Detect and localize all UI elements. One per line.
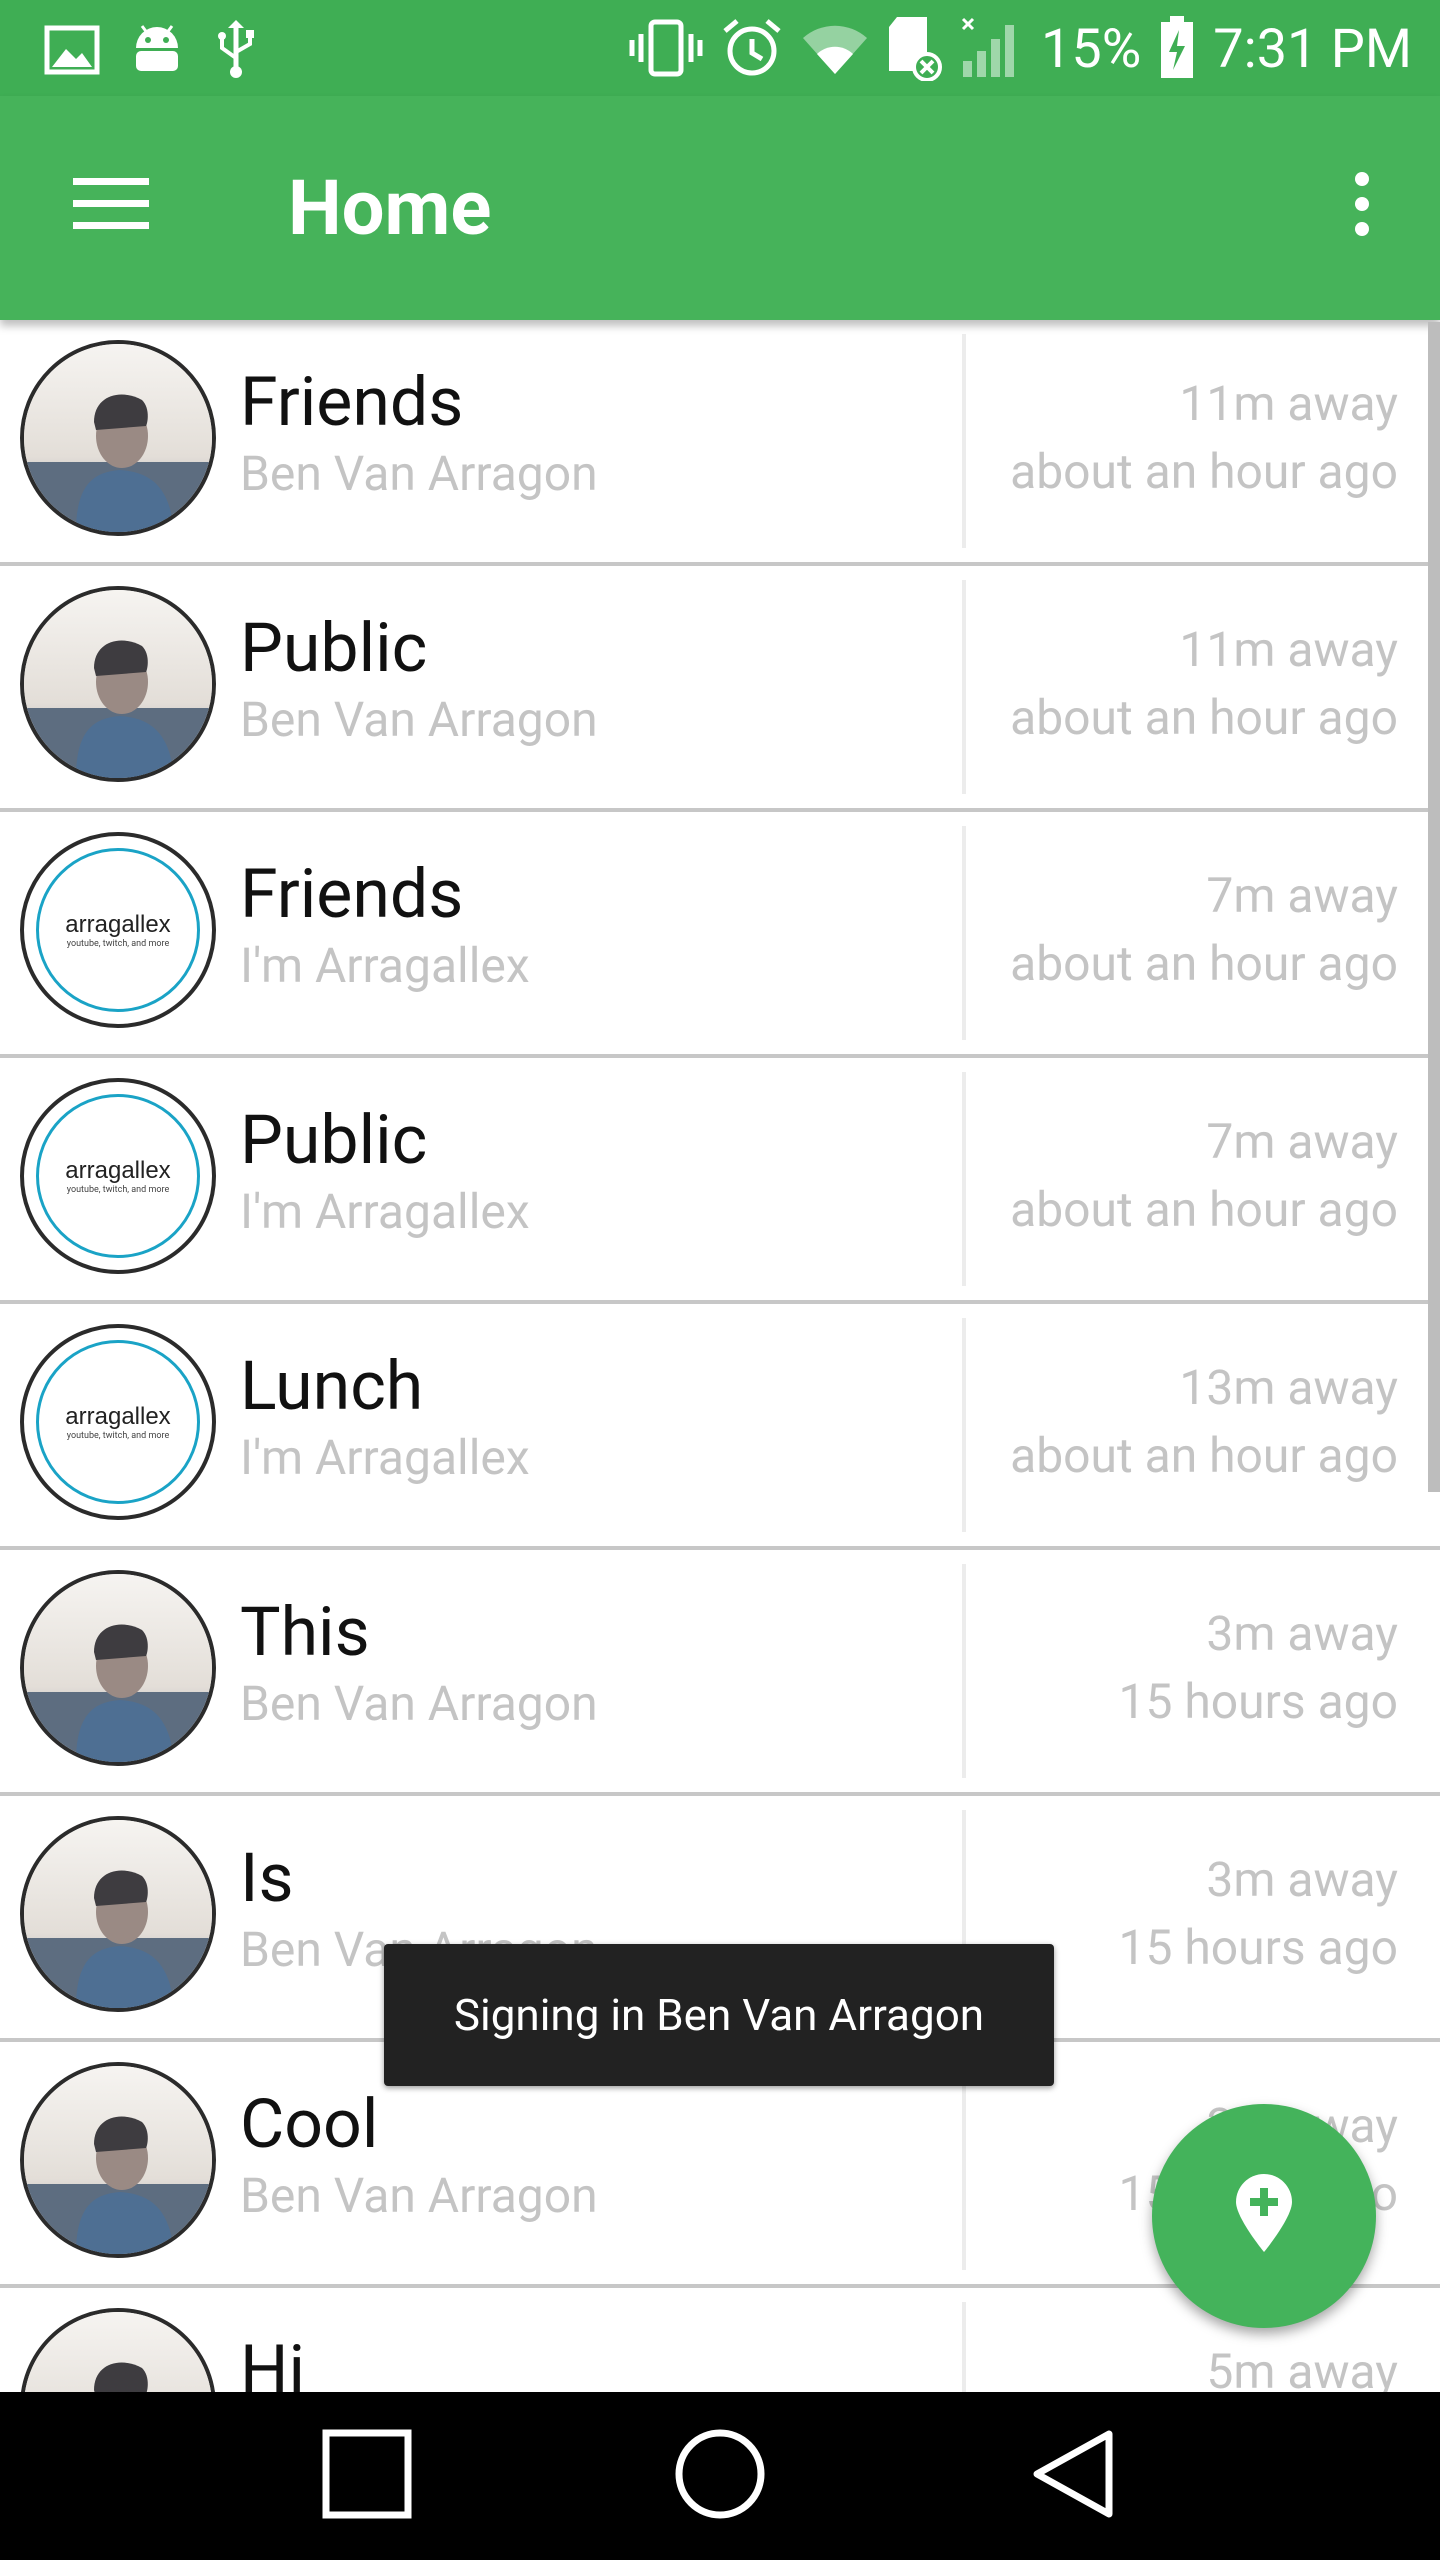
overflow-menu-button[interactable] [1322,156,1402,256]
row-divider [962,2056,966,2270]
logo-ring: arragallex youtube, twitch, and more [36,1340,200,1504]
avatar-logo: arragallex youtube, twitch, and more [20,1324,216,1520]
avatar-photo [20,1816,216,2012]
logo-subtext: youtube, twitch, and more [66,939,170,949]
wifi-icon [801,20,869,80]
row-divider [962,1072,966,1286]
item-timestamp: about an hour ago [1010,689,1398,746]
hamburger-menu-icon [73,176,149,236]
recents-button[interactable] [297,2406,437,2546]
android-icon [128,22,186,82]
list-item[interactable]: Public Ben Van Arragon 11m away about an ho… [0,566,1440,812]
item-distance: 5m away [1206,2343,1398,2392]
add-location-button[interactable] [1152,2104,1376,2328]
vibrate-icon [629,18,703,82]
item-distance: 3m away [1206,1851,1398,1908]
add-location-icon [1234,2174,1294,2258]
battery-percent: 15% [1041,18,1142,81]
avatar-logo: arragallex youtube, twitch, and more [20,1078,216,1274]
list-item[interactable]: This Ben Van Arragon 3m away 15 hours ago [0,1550,1440,1796]
toast-message: Signing in Ben Van Arragon [384,1944,1054,2086]
logo-text: arragallex [65,1403,171,1430]
item-title: Friends [240,854,464,934]
item-timestamp: about an hour ago [1010,1181,1398,1238]
item-author: I'm Arragallex [240,1183,530,1240]
item-timestamp: about an hour ago [1010,1427,1398,1484]
list-item[interactable]: arragallex youtube, twitch, and more Publi… [0,1058,1440,1304]
back-button[interactable] [1003,2406,1143,2546]
item-title: Public [240,1100,428,1180]
item-title: Lunch [240,1346,424,1426]
scrollbar[interactable] [1428,322,1440,1492]
status-right-icons: 15% 7:31 PM [629,10,1412,90]
row-divider [962,580,966,794]
menu-button[interactable] [56,156,166,256]
home-circle-icon [674,2428,766,2524]
item-distance: 13m away [1179,1359,1398,1416]
item-timestamp: about an hour ago [1010,935,1398,992]
clock: 7:31 PM [1213,18,1412,81]
list-item[interactable]: arragallex youtube, twitch, and more Frien… [0,812,1440,1058]
item-distance: 7m away [1206,867,1398,924]
item-author: I'm Arragallex [240,1429,530,1486]
recents-square-icon [322,2429,412,2523]
item-distance: 11m away [1179,375,1398,432]
item-timestamp: about an hour ago [1010,443,1398,500]
logo-subtext: youtube, twitch, and more [66,1185,170,1195]
avatar-logo: arragallex youtube, twitch, and more [20,832,216,1028]
item-title: Friends [240,362,464,442]
row-divider [962,1564,966,1778]
signal-icon [961,17,1023,83]
item-title: Public [240,608,428,688]
page-title: Home [288,163,492,253]
logo-subtext: youtube, twitch, and more [66,1431,170,1441]
avatar-photo [20,340,216,536]
avatar-photo [20,1570,216,1766]
alarm-icon [721,17,783,83]
app-bar: Home [0,96,1440,320]
item-author: Ben Van Arragon [240,1675,598,1732]
avatar-photo [20,586,216,782]
more-vert-icon [1352,172,1372,240]
item-distance: 7m away [1206,1113,1398,1170]
item-author: Ben Van Arragon [240,2167,598,2224]
row-divider [962,334,966,548]
item-title: Is [240,1838,294,1918]
list-item[interactable]: Friends Ben Van Arragon 11m away about an h… [0,320,1440,566]
item-distance: 11m away [1179,621,1398,678]
item-title: Hi [240,2330,306,2392]
row-divider [962,826,966,1040]
back-triangle-icon [1031,2428,1115,2524]
row-divider [962,2302,966,2392]
item-author: Ben Van Arragon [240,691,598,748]
row-divider [962,1318,966,1532]
item-author: Ben Van Arragon [240,445,598,502]
item-timestamp: 15 hours ago [1118,1919,1398,1976]
home-button[interactable] [650,2406,790,2546]
logo-text: arragallex [65,911,171,938]
image-icon [44,25,100,79]
item-author: I'm Arragallex [240,937,530,994]
list-item[interactable]: arragallex youtube, twitch, and more Lunch… [0,1304,1440,1550]
avatar-photo [20,2062,216,2258]
battery-charging-icon [1159,16,1195,84]
sd-card-icon [887,15,943,85]
status-bar: 15% 7:31 PM [0,0,1440,96]
logo-text: arragallex [65,1157,171,1184]
usb-icon [214,20,258,84]
status-left-icons [44,20,258,84]
item-timestamp: 15 hours ago [1118,1673,1398,1730]
item-distance: 3m away [1206,1605,1398,1662]
system-nav-bar [0,2392,1440,2560]
avatar-photo [20,2308,216,2392]
logo-ring: arragallex youtube, twitch, and more [36,848,200,1012]
logo-ring: arragallex youtube, twitch, and more [36,1094,200,1258]
item-title: Cool [240,2084,379,2164]
item-title: This [240,1592,370,1672]
